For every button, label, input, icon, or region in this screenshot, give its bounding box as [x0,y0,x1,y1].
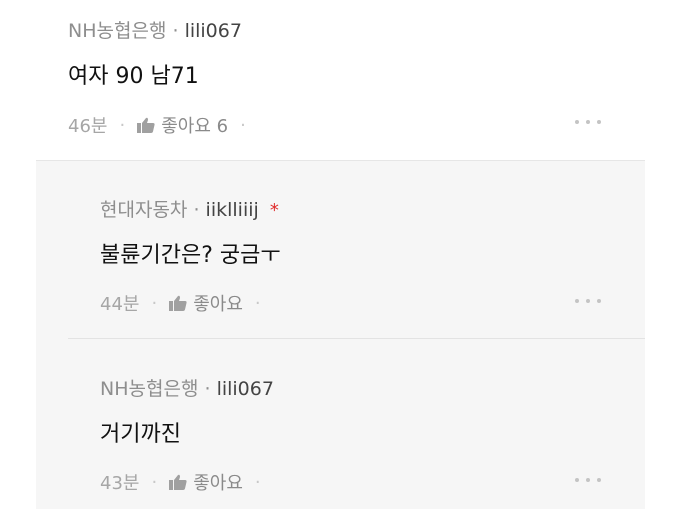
like-button[interactable]: 좋아요 [169,290,243,316]
footer-dot: · [151,292,158,314]
company-name: NH농협은행 [68,20,167,42]
footer-dot: · [254,471,261,493]
reply-meta: NH농협은행 · lili067 [100,374,274,401]
writer-badge: * [269,200,279,221]
reply-meta: 현대자동차 · iiklliiij * [100,195,279,222]
company-name: NH농협은행 [100,378,199,400]
thumbs-up-icon [169,295,187,311]
footer-dot: · [119,114,126,136]
reply-text: 불륜기간은? 궁금ㅜ [100,243,281,268]
reply-text: 거기까진 [100,422,181,447]
thumbs-up-icon [137,117,155,133]
reply-time: 44분 [100,294,140,315]
footer-dot: · [240,114,246,136]
author-name[interactable]: iiklliiij [206,199,259,221]
like-button[interactable]: 좋아요 6 [137,112,228,138]
reply-footer: 43분 · 좋아요 · [100,469,273,495]
footer-dot: · [151,471,158,493]
comment-item: NH농협은행 · lili067 여자 90 남71 46분 · 좋아요 6 · [0,0,679,160]
like-label: 좋아요 6 [161,116,229,137]
reply-time: 43분 [100,473,140,494]
footer-dot: · [254,292,261,314]
reply-footer: 44분 · 좋아요 · [100,290,273,316]
more-options-icon[interactable] [575,120,601,126]
company-name: 현대자동차 [100,199,188,221]
more-options-icon[interactable] [575,478,601,484]
meta-separator: · [204,378,211,400]
thumbs-up-icon [169,474,187,490]
comment-time: 46분 [68,116,108,137]
meta-separator: · [172,20,179,42]
like-label: 좋아요 [193,473,243,494]
reply-divider [68,338,645,339]
comment-footer: 46분 · 좋아요 6 · [68,112,258,138]
more-options-icon[interactable] [575,299,601,305]
author-name[interactable]: lili067 [185,20,242,42]
comment-meta: NH농협은행 · lili067 [68,16,242,43]
like-button[interactable]: 좋아요 [169,469,243,495]
author-name[interactable]: lili067 [217,378,274,400]
comment-text: 여자 90 남71 [68,64,199,89]
like-label: 좋아요 [193,294,243,315]
meta-separator: · [193,199,200,221]
